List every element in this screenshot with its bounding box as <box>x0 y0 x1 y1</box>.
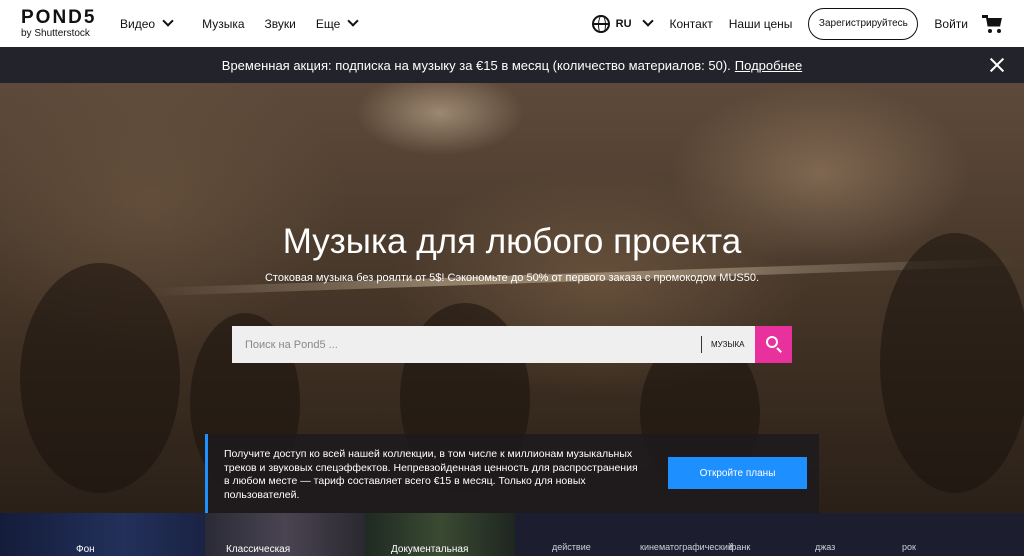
hero-section: Музыка для любого проекта Стоковая музык… <box>0 83 1024 513</box>
chevron-down-icon <box>162 15 174 27</box>
language-selector[interactable]: RU <box>591 14 654 33</box>
nav-sounds[interactable]: Звуки <box>265 17 296 31</box>
nav-video-label: Видео <box>120 16 156 31</box>
genre-strip: Фон Классическая Документальная действие… <box>0 513 1024 556</box>
promo-banner: Временная акция: подписка на музыку за €… <box>0 47 1024 83</box>
close-icon[interactable] <box>990 58 1004 72</box>
prices-link[interactable]: Наши цены <box>729 17 793 31</box>
search-bar: МУЗЫКА <box>232 326 792 363</box>
hero-subtitle: Стоковая музыка без роялти от 5$! Сэконо… <box>264 272 760 284</box>
search-category-select[interactable]: МУЗЫКА <box>701 326 755 363</box>
genre-tile-label: Классическая <box>226 544 291 555</box>
search-input[interactable] <box>232 326 701 363</box>
search-icon <box>766 336 778 348</box>
language-label: RU <box>615 17 632 30</box>
globe-icon <box>591 14 610 33</box>
logo-wordmark: POND5 <box>21 7 97 28</box>
access-card: Получите доступ ко всей нашей коллекции,… <box>205 434 819 513</box>
nav-sounds-label: Звуки <box>264 16 296 31</box>
genre-tile-classical[interactable]: Классическая <box>205 513 365 556</box>
genre-tag[interactable]: кинематографический <box>640 542 733 552</box>
genre-tile-background[interactable]: Фон <box>0 513 205 556</box>
nav-music[interactable]: Музыка <box>202 17 244 31</box>
promo-text: Временная акция: подписка на музыку за €… <box>221 57 731 73</box>
hero-title: Музыка для любого проекта <box>282 222 742 261</box>
genre-tag[interactable]: фанк <box>729 542 750 552</box>
logo-subtitle: by Shutterstock <box>21 28 90 39</box>
cart-icon[interactable] <box>982 14 1004 33</box>
open-plans-button[interactable]: Откройте планы <box>668 457 807 489</box>
nav-more-label: Еще <box>315 16 341 31</box>
promo-details-link[interactable]: Подробнее <box>735 58 802 73</box>
nav-video[interactable]: Видео <box>120 15 174 31</box>
genre-tag[interactable]: рок <box>902 542 916 552</box>
right-nav: RU Контакт Наши цены Зарегистрируйтесь В… <box>591 0 1024 47</box>
top-header: POND5 by Shutterstock Видео Музыка Звуки… <box>0 0 1024 47</box>
hero-silhouette <box>20 263 180 493</box>
genre-tile-label: Фон <box>76 544 95 555</box>
chevron-down-icon <box>641 15 654 27</box>
pond5-logo[interactable]: POND5 by Shutterstock <box>21 8 111 40</box>
genre-tag[interactable]: действие <box>552 542 591 552</box>
nav-more[interactable]: Еще <box>315 15 359 31</box>
search-button[interactable] <box>755 326 792 363</box>
main-nav: Видео Музыка Звуки Еще <box>120 0 377 47</box>
signup-button[interactable]: Зарегистрируйтесь <box>808 7 919 40</box>
chevron-down-icon <box>347 15 359 27</box>
genre-tile-label: Документальная <box>391 544 469 555</box>
contact-link[interactable]: Контакт <box>670 17 713 31</box>
access-text: Получите доступ ко всей нашей коллекции,… <box>224 448 638 501</box>
genre-tag[interactable]: джаз <box>815 542 835 552</box>
genre-tile-documentary[interactable]: Документальная <box>365 513 515 556</box>
nav-music-label: Музыка <box>202 16 245 31</box>
login-link[interactable]: Войти <box>934 17 968 31</box>
